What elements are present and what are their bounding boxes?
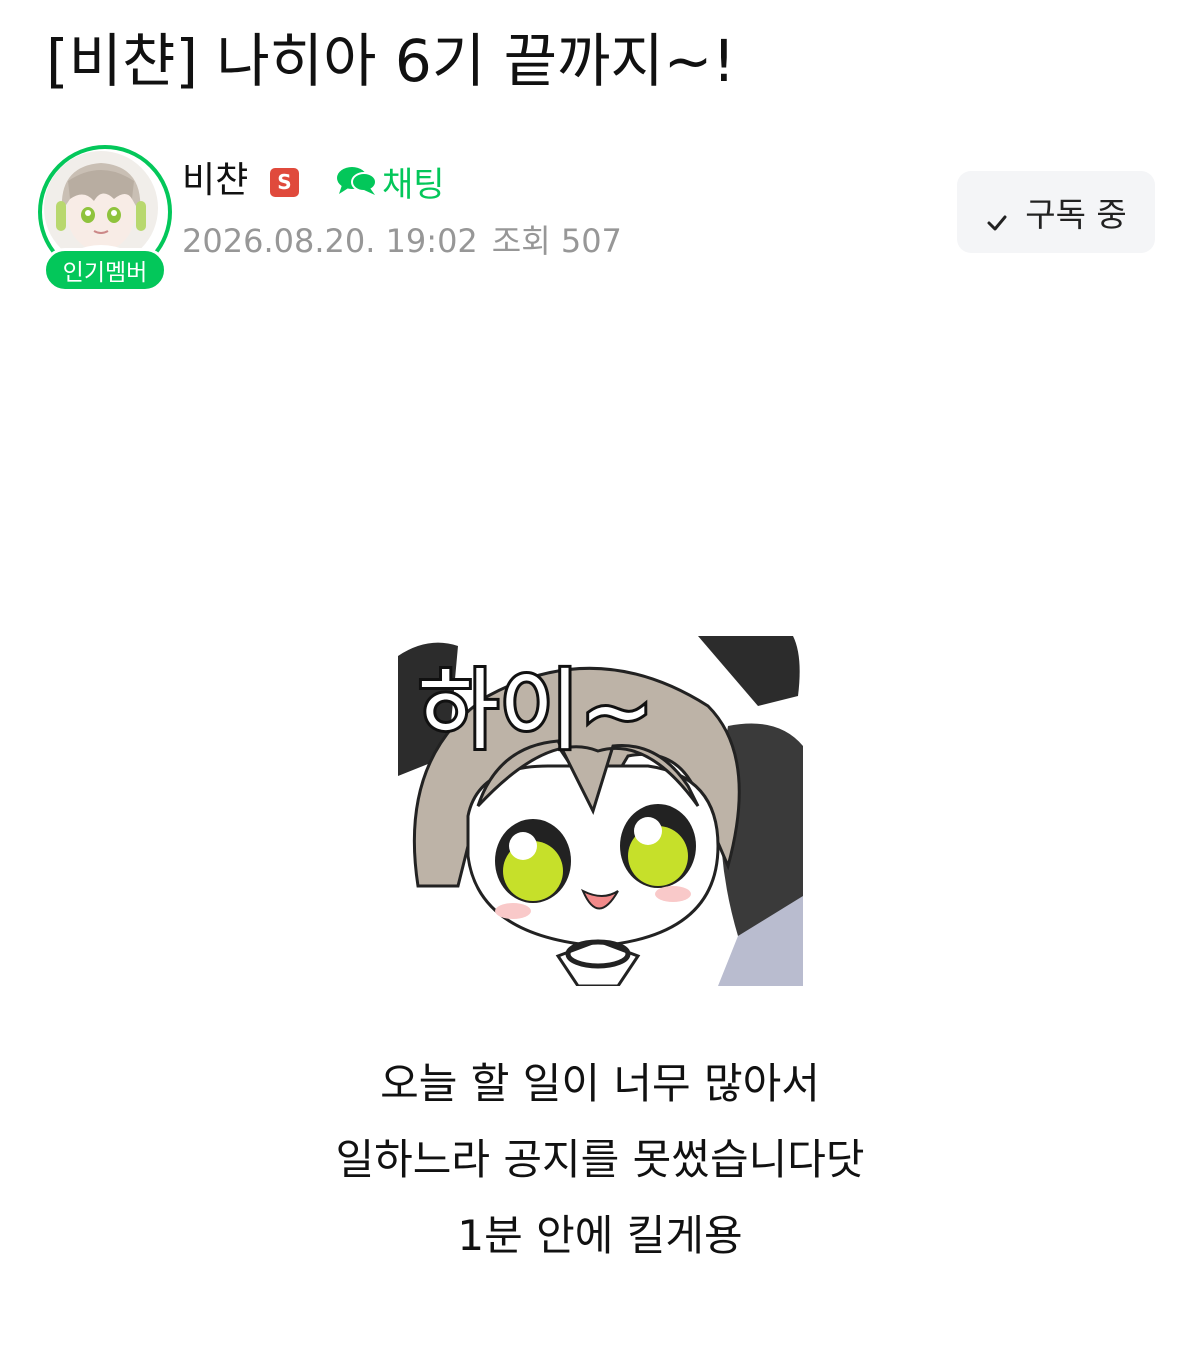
popular-member-badge: 인기멤버 bbox=[43, 248, 167, 292]
post-body: 오늘 할 일이 너무 많아서 일하느라 공지를 못썼습니다닷 1분 안에 킬게용 bbox=[0, 1046, 1200, 1274]
sticker-image: 하이~ bbox=[398, 636, 803, 986]
body-line: 오늘 할 일이 너무 많아서 bbox=[380, 1059, 820, 1108]
speech-bubbles-icon bbox=[336, 164, 378, 198]
check-icon bbox=[985, 202, 1009, 231]
view-count: 조회 507 bbox=[491, 222, 622, 260]
staff-badge: S bbox=[270, 168, 299, 197]
chat-label: 채팅 bbox=[382, 164, 445, 205]
subscribe-label: 구독 중 bbox=[1025, 195, 1127, 234]
author-avatar[interactable]: 인기멤버 bbox=[38, 145, 172, 295]
subscribe-button[interactable]: 구독 중 bbox=[957, 171, 1155, 253]
sticker-text: 하이~ bbox=[418, 659, 654, 762]
body-line: 1분 안에 킬게용 bbox=[457, 1211, 743, 1260]
post-datetime: 2026.08.20. 19:02 bbox=[182, 222, 478, 260]
post-meta: 2026.08.20. 19:02 조회 507 bbox=[182, 218, 636, 264]
body-line: 일하느라 공지를 못썼습니다닷 bbox=[335, 1135, 865, 1184]
chat-button[interactable]: 채팅 bbox=[336, 156, 445, 206]
post-title: [비챤] 나히아 6기 끝까지~! bbox=[46, 27, 736, 95]
author-name[interactable]: 비챤 bbox=[182, 156, 248, 206]
